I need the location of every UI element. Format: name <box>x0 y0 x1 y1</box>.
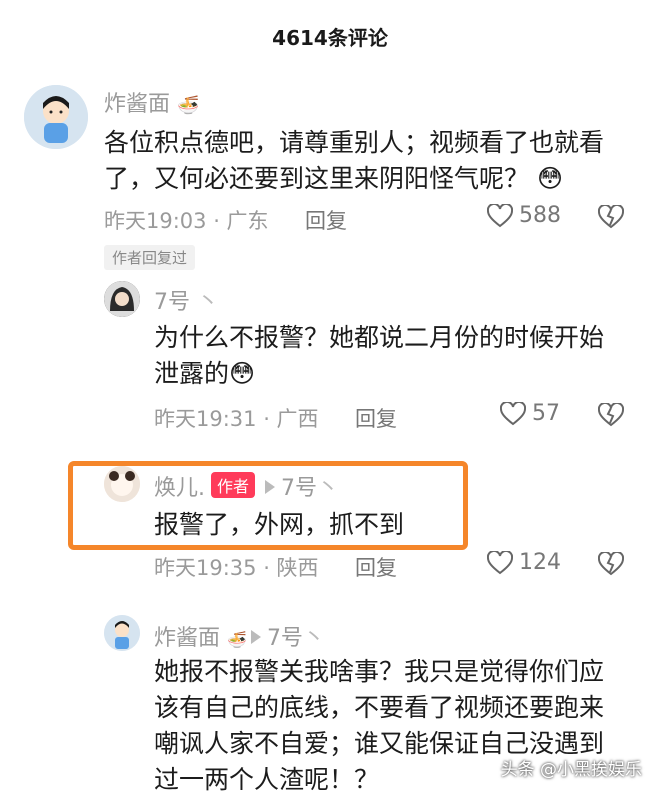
boy-avatar-icon <box>24 85 88 149</box>
comment-meta: 昨天19:03 · 广东 <box>104 209 269 233</box>
username[interactable]: 焕儿. <box>154 476 205 501</box>
avatar[interactable] <box>104 615 140 651</box>
comment-text: 她报不报警关我啥事？我只是觉得你们应 <box>154 657 605 686</box>
girl-avatar-icon <box>104 281 140 317</box>
like-count: 57 <box>532 401 560 426</box>
dislike-button[interactable] <box>597 203 625 233</box>
comment-text: 该有自己的底线，不要看了视频还要跑来 <box>154 693 605 722</box>
avatar[interactable] <box>24 85 88 149</box>
like-count: 124 <box>519 550 561 575</box>
like-button[interactable]: 124 <box>487 550 561 575</box>
dislike-button[interactable] <box>597 550 625 580</box>
author-replied-badge: 作者回复过 <box>104 245 196 270</box>
broken-heart-icon <box>597 550 625 576</box>
comment-text: 报警了，外网，抓不到 <box>154 510 405 539</box>
like-button[interactable]: 57 <box>500 401 560 426</box>
reply-to-user[interactable]: 7号 <box>281 476 317 501</box>
reply-arrow-icon <box>265 480 276 494</box>
comment-text: 了，又何必还要到这里来阴阳怪气呢？ <box>104 164 530 193</box>
username[interactable]: 炸酱面 <box>104 92 170 117</box>
dislike-button[interactable] <box>597 401 625 431</box>
author-tag: 作者 <box>211 472 256 498</box>
like-count: 588 <box>519 203 561 228</box>
heart-icon <box>487 203 513 227</box>
comment-text: 泄露的 <box>154 359 230 388</box>
comment-text: 为什么不报警？她都说二月份的时候开始 <box>154 323 605 352</box>
reply-arrow-icon <box>250 630 261 644</box>
username[interactable]: 炸酱面 <box>154 626 220 651</box>
watermark: 头条 @小黑挨娱乐 <box>500 760 642 780</box>
avatar[interactable] <box>104 281 140 317</box>
heart-icon <box>500 401 526 425</box>
noodle-bowl-icon: 🍜 <box>227 630 247 649</box>
separator-mark: 丶 <box>302 626 325 651</box>
avatar[interactable] <box>104 466 140 502</box>
comment-text: 各位积点德吧，请尊重别人；视频看了也就看 <box>104 128 605 157</box>
reply-button[interactable]: 回复 <box>305 205 347 235</box>
flushed-face-icon: 😳 <box>229 359 256 388</box>
like-button[interactable]: 588 <box>487 203 561 228</box>
comment-meta: 昨天19:31 · 广西 <box>154 407 319 431</box>
noodle-bowl-icon: 🍜 <box>177 95 200 116</box>
flushed-face-icon: 😳 <box>536 164 564 193</box>
username[interactable]: 7号 <box>154 290 190 315</box>
separator-mark: 丶 <box>317 476 340 501</box>
separator-mark: 丶 <box>197 290 220 315</box>
page-title: 4614条评论 <box>272 26 388 50</box>
reply-button[interactable]: 回复 <box>355 552 397 582</box>
author-avatar-icon <box>104 466 140 502</box>
broken-heart-icon <box>597 203 625 229</box>
comment-meta: 昨天19:35 · 陕西 <box>154 556 319 580</box>
reply-button[interactable]: 回复 <box>355 403 397 433</box>
heart-icon <box>487 550 513 574</box>
broken-heart-icon <box>597 401 625 427</box>
reply-to-user[interactable]: 7号 <box>267 626 303 651</box>
boy-avatar-icon <box>104 615 140 651</box>
